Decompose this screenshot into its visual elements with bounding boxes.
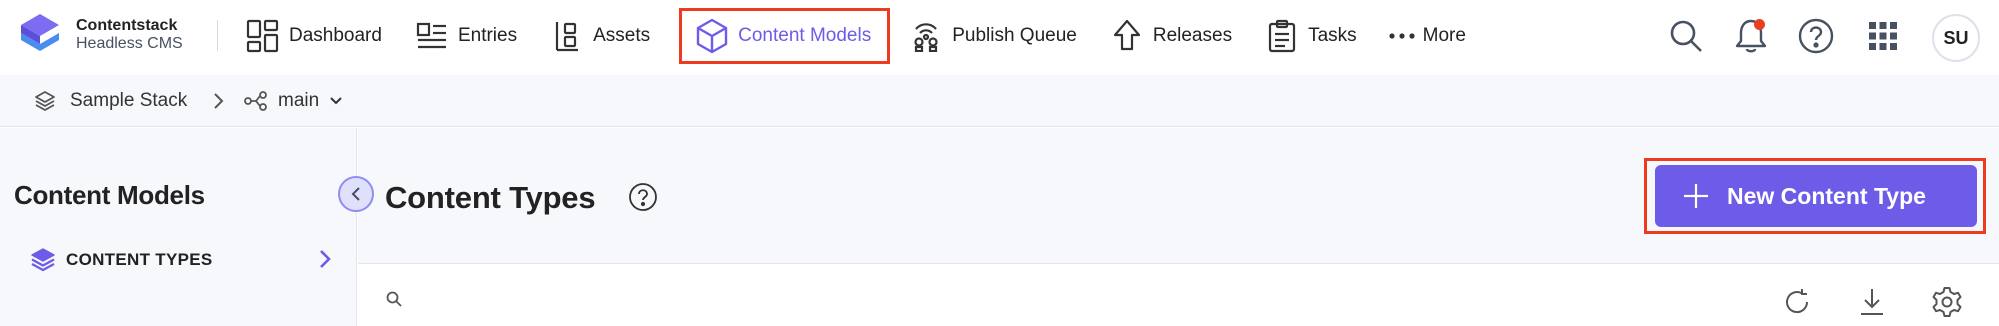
nav-label: Tasks: [1308, 25, 1357, 46]
new-content-type-button[interactable]: New Content Type: [1655, 165, 1977, 227]
chevron-right-icon: [320, 250, 331, 268]
branch-icon: [244, 91, 267, 111]
list-toolbar: [358, 265, 1999, 326]
help-icon[interactable]: [628, 182, 658, 212]
plus-icon: [1683, 183, 1709, 209]
nav-releases[interactable]: Releases: [1106, 10, 1246, 62]
refresh-icon[interactable]: [1779, 284, 1815, 320]
breadcrumb-branch-label: main: [278, 90, 320, 111]
nav-label: Entries: [457, 25, 518, 46]
sidebar-item-label: CONTENT TYPES: [66, 250, 213, 269]
brand-name: Contentstack: [76, 17, 178, 34]
settings-gear-icon[interactable]: [1929, 284, 1965, 320]
page-title: Content Types: [385, 180, 596, 215]
brand-subtitle: Headless CMS: [76, 35, 183, 52]
top-navigation-bar: Contentstack Headless CMS Dashboard Entr…: [0, 0, 1999, 75]
sidebar-collapse-button[interactable]: [338, 176, 374, 212]
contentstack-logo: [21, 14, 59, 51]
help-icon[interactable]: [1794, 14, 1838, 58]
more-dots-icon: [1389, 18, 1415, 54]
breadcrumb-stack-label: Sample Stack: [70, 90, 188, 111]
sidebar-title: Content Models: [14, 180, 205, 210]
sidebar-item-content-types[interactable]: CONTENT TYPES: [30, 244, 331, 276]
nav-content-models[interactable]: Content Models: [679, 8, 891, 64]
new-content-type-label: New Content Type: [1727, 182, 1926, 209]
apps-grid-icon[interactable]: [1861, 14, 1905, 58]
releases-icon: [1109, 18, 1145, 54]
main-nav: Dashboard Entries Assets Content Models …: [242, 0, 1495, 72]
search-icon[interactable]: [1664, 14, 1708, 58]
breadcrumb-stack[interactable]: Sample Stack: [34, 75, 187, 127]
chevron-left-icon: [351, 187, 360, 201]
nav-tasks[interactable]: Tasks: [1261, 10, 1371, 62]
nav-label: More: [1422, 25, 1466, 46]
stack-layers-icon: [35, 91, 55, 111]
nav-label: Assets: [593, 25, 651, 46]
nav-label: Content Models: [738, 25, 872, 46]
nav-assets[interactable]: Assets: [546, 10, 664, 62]
notification-dot: [1754, 19, 1765, 30]
brand[interactable]: Contentstack Headless CMS: [18, 12, 183, 58]
notification-bell-icon[interactable]: [1729, 14, 1773, 58]
nav-entries[interactable]: Entries: [411, 10, 531, 62]
publish-queue-icon: [908, 18, 944, 54]
breadcrumb-branch[interactable]: main: [244, 75, 343, 127]
nav-more[interactable]: More: [1386, 10, 1480, 62]
sidebar: Content Models CONTENT TYPES: [0, 128, 357, 326]
nav-label: Dashboard: [289, 25, 382, 46]
entries-icon: [414, 18, 450, 54]
nav-dashboard[interactable]: Dashboard: [242, 10, 396, 62]
chevron-right-icon: [214, 93, 224, 109]
divider: [217, 20, 218, 51]
user-avatar[interactable]: SU: [1932, 14, 1980, 62]
assets-icon: [549, 18, 585, 54]
nav-label: Publish Queue: [952, 25, 1077, 46]
tasks-clipboard-icon: [1264, 18, 1300, 54]
content-types-layers-icon: [31, 248, 55, 272]
nav-label: Releases: [1152, 25, 1233, 46]
content-models-cube-icon: [694, 18, 730, 54]
dashboard-icon: [245, 18, 281, 54]
breadcrumb: Sample Stack main: [0, 75, 1999, 127]
nav-publish-queue[interactable]: Publish Queue: [905, 10, 1091, 62]
download-icon[interactable]: [1854, 284, 1890, 320]
chevron-down-icon: [330, 97, 342, 105]
search-input[interactable]: [410, 283, 1010, 313]
breadcrumb-separator: [212, 75, 224, 127]
search-icon: [386, 291, 402, 307]
